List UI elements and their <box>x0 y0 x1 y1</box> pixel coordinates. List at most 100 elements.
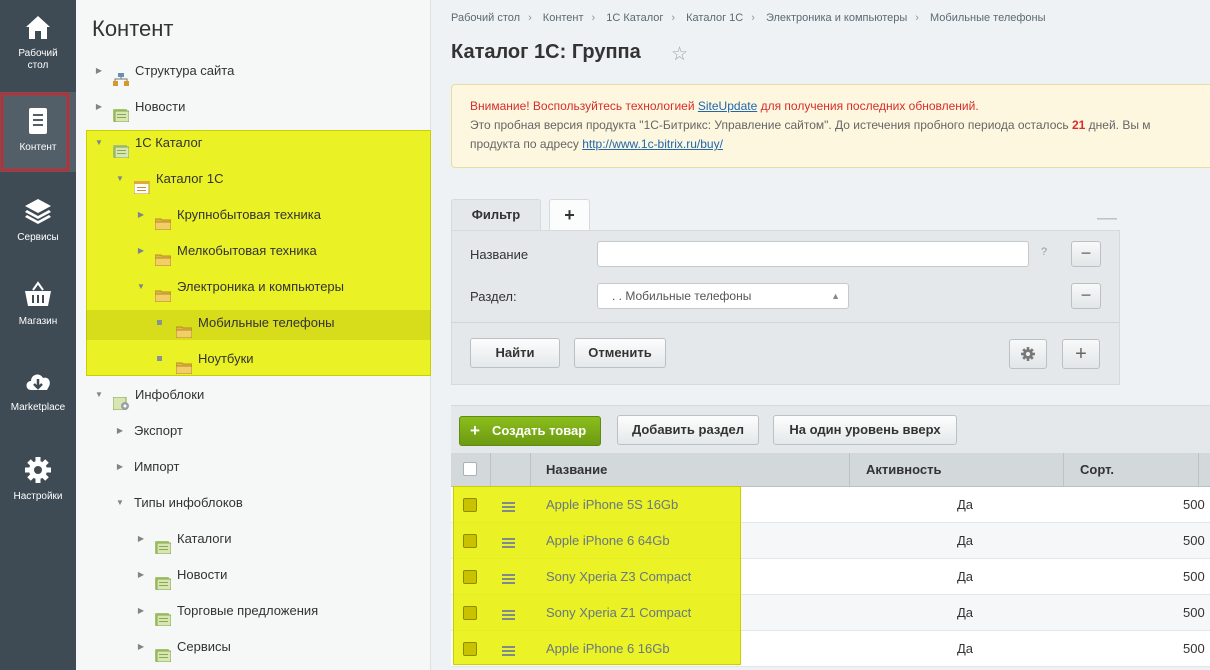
tab-filter[interactable]: Фильтр <box>451 199 541 231</box>
iblock-icon <box>155 568 172 591</box>
expanded-arrow-icon[interactable]: ▼ <box>115 485 125 521</box>
row-name-highlighted[interactable]: Apple iPhone 6 16Gb <box>546 631 670 667</box>
cloud-download-icon <box>26 374 50 390</box>
add-filter-field-button[interactable]: + <box>1062 339 1100 369</box>
cancel-button[interactable]: Отменить <box>574 338 666 368</box>
row-name-highlighted[interactable]: Sony Xperia Z1 Compact <box>546 595 691 631</box>
tree-node[interactable]: ▶ Структура сайта <box>94 53 431 89</box>
collapsed-arrow-icon[interactable]: ▶ <box>136 233 146 269</box>
nav-content[interactable]: Контент <box>0 92 76 172</box>
add-section-button[interactable]: Добавить раздел <box>617 415 759 445</box>
home-icon <box>26 16 50 39</box>
collapsed-arrow-icon[interactable]: ▶ <box>94 89 104 125</box>
column-header-name[interactable]: Название <box>531 453 850 486</box>
row-sort: 500 <box>1183 533 1205 548</box>
collapsed-arrow-icon[interactable]: ▶ <box>136 593 146 629</box>
collapsed-arrow-icon[interactable]: ▶ <box>115 413 125 449</box>
tree-node[interactable]: ▶ Сервисы <box>136 629 431 665</box>
expanded-arrow-icon[interactable]: ▼ <box>136 269 146 305</box>
collapsed-arrow-icon[interactable]: ▶ <box>136 629 146 665</box>
tree-node[interactable]: ▶ Экспорт <box>115 413 431 449</box>
nav-shop-label: Магазин <box>18 316 58 327</box>
filter-section-label: Раздел: <box>470 289 517 304</box>
tree-node[interactable]: ▶ Крупнобытовая техника <box>136 197 431 233</box>
tree-node-label: Сервисы <box>177 639 231 654</box>
breadcrumb-item[interactable]: Каталог 1С <box>686 12 743 24</box>
remove-section-filter-button[interactable]: − <box>1071 283 1101 309</box>
row-name-highlighted[interactable]: Sony Xperia Z3 Compact <box>546 559 691 595</box>
find-button[interactable]: Найти <box>470 338 560 368</box>
breadcrumb-item[interactable]: Контент <box>543 12 584 24</box>
tree-node[interactable]: ▼ Типы инфоблоков <box>115 485 431 521</box>
catalog-icon <box>133 172 150 195</box>
row-checkbox-highlighted[interactable] <box>463 498 477 512</box>
breadcrumb-item[interactable]: Электроника и компьютеры <box>766 12 907 24</box>
row-menu-icon-highlighted[interactable] <box>502 500 515 512</box>
tree-node[interactable]: ▼ Электроника и компьютеры <box>136 269 431 305</box>
breadcrumb-item[interactable]: 1С Каталог <box>606 12 663 24</box>
help-icon[interactable]: ? <box>1041 246 1047 258</box>
collapse-filter-icon[interactable]: — <box>1097 207 1117 230</box>
tree-node-label: Каталоги <box>177 531 232 546</box>
collapsed-arrow-icon[interactable]: ▶ <box>115 449 125 485</box>
select-all-cell <box>451 453 491 486</box>
breadcrumb-item[interactable]: Рабочий стол <box>451 12 520 24</box>
tree-node[interactable]: Мобильные телефоны <box>157 305 431 341</box>
nav-services[interactable]: Сервисы <box>0 196 76 244</box>
siteupdate-link[interactable]: SiteUpdate <box>698 99 757 113</box>
expanded-arrow-icon[interactable]: ▼ <box>115 161 125 197</box>
tree-node[interactable]: ▶ Каталоги <box>136 521 431 557</box>
tree-node[interactable]: Ноутбуки <box>157 341 431 377</box>
tree-node[interactable]: ▶ Мелкобытовая техника <box>136 233 431 269</box>
nav-shop[interactable]: Магазин <box>0 280 76 328</box>
notice-days: 21 <box>1071 118 1086 132</box>
row-menu-icon-highlighted[interactable] <box>502 572 515 584</box>
filter-name-input[interactable] <box>597 241 1029 267</box>
row-sort: 500 <box>1183 605 1205 620</box>
row-name-highlighted[interactable]: Apple iPhone 5S 16Gb <box>546 487 678 523</box>
collapsed-arrow-icon[interactable]: ▶ <box>136 197 146 233</box>
tree-node[interactable]: ▶ Новости <box>136 557 431 593</box>
tree-node[interactable]: ▼ Каталог 1С <box>115 161 431 197</box>
row-menu-icon-highlighted[interactable] <box>502 536 515 548</box>
tree-node[interactable]: ▼ Инфоблоки <box>94 377 431 413</box>
row-checkbox-highlighted[interactable] <box>463 570 477 584</box>
row-name-highlighted[interactable]: Apple iPhone 6 64Gb <box>546 523 670 559</box>
create-product-button[interactable]: + Создать товар <box>459 416 601 446</box>
plus-icon: + <box>470 421 480 440</box>
row-active: Да <box>957 533 974 548</box>
filter-settings-button[interactable] <box>1009 339 1047 369</box>
column-header-active[interactable]: Активность <box>850 453 1064 486</box>
breadcrumb-item[interactable]: Мобильные телефоны <box>930 12 1046 24</box>
nav-marketplace[interactable]: Marketplace <box>0 366 76 414</box>
row-checkbox-highlighted[interactable] <box>463 642 477 656</box>
row-checkbox-highlighted[interactable] <box>463 534 477 548</box>
row-active: Да <box>957 605 974 620</box>
nav-desktop[interactable]: Рабочий стол <box>0 12 76 72</box>
add-filter-tab-button[interactable]: + <box>549 199 590 231</box>
filter-panel: Название ? − Раздел: . . Мобильные телеф… <box>451 230 1120 385</box>
expanded-arrow-icon[interactable]: ▼ <box>94 125 104 161</box>
collapsed-arrow-icon[interactable]: ▶ <box>136 521 146 557</box>
nav-settings[interactable]: Настройки <box>0 455 76 503</box>
row-checkbox-highlighted[interactable] <box>463 606 477 620</box>
level-up-button[interactable]: На один уровень вверх <box>773 415 957 445</box>
collapsed-arrow-icon[interactable]: ▶ <box>136 557 146 593</box>
tree-node[interactable]: ▶ Новости <box>94 89 431 125</box>
filter-section-select[interactable]: . . Мобильные телефоны ▲ <box>597 283 849 309</box>
row-menu-icon-highlighted[interactable] <box>502 644 515 656</box>
row-active: Да <box>957 569 974 584</box>
tree-node-label: Торговые предложения <box>177 603 319 618</box>
expanded-arrow-icon[interactable]: ▼ <box>94 377 104 413</box>
collapsed-arrow-icon[interactable]: ▶ <box>94 53 104 89</box>
buy-link[interactable]: http://www.1c-bitrix.ru/buy/ <box>582 137 723 151</box>
row-menu-icon-highlighted[interactable] <box>502 608 515 620</box>
remove-name-filter-button[interactable]: − <box>1071 241 1101 267</box>
select-all-checkbox[interactable] <box>463 462 477 476</box>
column-header-sort[interactable]: Сорт. <box>1064 453 1199 486</box>
basket-icon <box>25 281 51 306</box>
tree-node[interactable]: ▶ Импорт <box>115 449 431 485</box>
tree-node[interactable]: ▶ Торговые предложения <box>136 593 431 629</box>
favorite-star-icon[interactable]: ☆ <box>671 43 688 66</box>
tree-node[interactable]: ▼ 1С Каталог <box>94 125 431 161</box>
